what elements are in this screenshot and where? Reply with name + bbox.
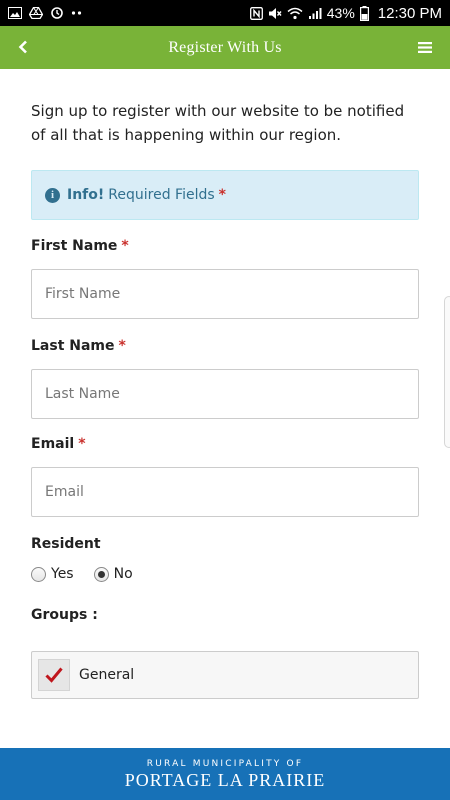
last-name-label: Last Name * [31,338,126,354]
sync-icon [50,6,64,20]
required-star: * [78,436,86,452]
required-star: * [121,238,129,254]
first-name-label-text: First Name [31,238,118,254]
info-circle-icon: i [45,187,60,203]
info-alert: i Info! Required Fields * [31,170,419,220]
checkmark-icon [45,667,63,683]
status-bar: 43% 12:30 PM [0,0,450,26]
battery-icon [359,5,369,21]
hamburger-menu-icon [418,41,432,53]
status-right-icons: 43% 12:30 PM [249,4,442,22]
group-checkbox-general[interactable] [38,659,70,691]
resident-option-yes-label: Yes [51,566,74,582]
groups-label: Groups : [31,607,98,623]
required-star: * [218,187,226,203]
more-dots-icon [71,10,83,16]
resident-option-yes[interactable]: Yes [31,566,74,582]
group-label-general: General [79,667,135,683]
clock-time: 12:30 PM [377,4,442,22]
gallery-icon [8,7,22,19]
registration-form: Sign up to register with our website to … [0,69,450,748]
intro-text: Sign up to register with our website to … [31,102,405,144]
page-title: Register With Us [168,38,282,56]
email-label-text: Email [31,436,75,452]
alert-text: Required Fields [108,187,215,203]
last-name-input[interactable] [31,369,419,419]
battery-percent: 43% [326,5,355,21]
status-left-icons [8,6,83,20]
nfc-icon [249,6,263,20]
alert-strong-text: Info! [67,187,105,203]
back-button[interactable] [8,32,38,62]
app-header: Register With Us [0,26,450,69]
resident-option-no[interactable]: No [93,566,133,582]
menu-button[interactable] [410,32,440,62]
edge-panel-handle[interactable] [444,296,450,448]
resident-label: Resident [31,536,101,552]
footer-brand: RURAL MUNICIPALITY OF PORTAGE LA PRAIRIE [0,748,450,800]
radio-button-yes[interactable] [31,566,46,582]
group-item-general[interactable]: General [31,651,419,699]
drive-icon [29,7,43,19]
resident-radio-group: Yes No [31,566,153,582]
mute-icon [268,7,282,20]
email-input[interactable] [31,467,419,517]
signal-icon [308,7,322,20]
footer-line2: PORTAGE LA PRAIRIE [124,770,326,790]
first-name-label: First Name * [31,238,129,254]
wifi-icon [287,7,303,20]
footer-line1: RURAL MUNICIPALITY OF [146,759,304,769]
radio-button-no[interactable] [93,566,109,582]
required-star: * [118,338,126,354]
last-name-label-text: Last Name [31,338,115,354]
resident-option-no-label: No [113,566,133,582]
first-name-input[interactable] [31,269,419,319]
back-chevron-icon [18,40,27,54]
email-label: Email * [31,436,86,452]
